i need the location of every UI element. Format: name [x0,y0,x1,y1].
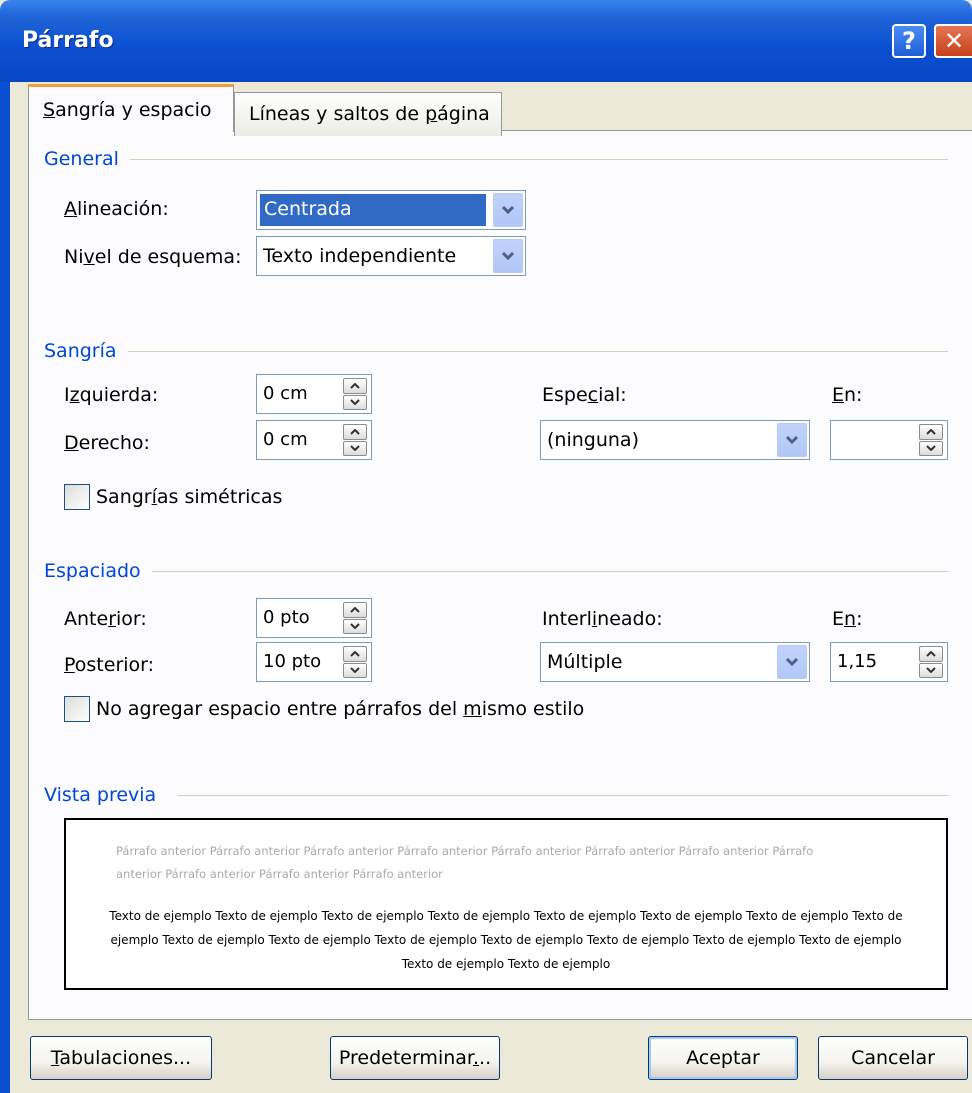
spin-down-icon[interactable] [343,662,367,678]
divider [178,795,948,796]
spacing-after-spinner[interactable]: 10 pto [256,642,372,682]
no-space-same-style-label[interactable]: No agregar espacio entre párrafos del mi… [96,698,584,720]
divider [128,351,948,352]
spin-up-icon[interactable] [343,424,367,440]
spin-up-icon[interactable] [343,378,367,394]
spin-buttons[interactable] [343,602,367,634]
tab-label: Líneas y saltos de página [249,103,490,125]
no-space-same-style-checkbox[interactable] [64,696,90,722]
indent-right-value: 0 cm [263,429,308,450]
spin-buttons[interactable] [343,646,367,678]
spin-down-icon[interactable] [343,394,367,410]
chevron-down-icon [785,657,799,667]
divider [130,159,948,160]
mirror-indents-label[interactable]: Sangrías simétricas [96,486,282,508]
line-spacing-label: Interlineado: [542,608,663,630]
tab-label: Sangría y espacio [43,99,212,121]
tabs-button[interactable]: Tabulaciones... [30,1036,212,1080]
button-label: Tabulaciones... [50,1047,192,1069]
tab-indent-spacing[interactable]: Sangría y espacio [28,84,234,132]
special-dropdown-button[interactable] [777,423,807,457]
spin-buttons[interactable] [343,378,367,410]
alignment-select[interactable]: Centrada [256,190,526,230]
button-label: Cancelar [851,1047,935,1069]
preview-sample-text: Texto de ejemplo Texto de ejemplo Texto … [109,909,903,971]
outline-level-dropdown-button[interactable] [493,239,523,273]
line-spacing-value: Múltiple [547,651,623,673]
indent-right-label: Derecho: [64,432,150,454]
spin-down-icon[interactable] [919,662,943,678]
cancel-button[interactable]: Cancelar [818,1036,968,1080]
chevron-down-icon [785,435,799,445]
indent-left-spinner[interactable]: 0 cm [256,374,372,414]
line-spacing-at-value: 1,15 [837,651,878,672]
spacing-before-value: 0 pto [263,607,310,628]
tab-line-page-breaks[interactable]: Líneas y saltos de página [234,92,502,136]
title-bar[interactable]: Párrafo ? ✕ [0,0,972,82]
indent-right-spinner[interactable]: 0 cm [256,420,372,460]
window-frame [0,82,10,1093]
spacing-after-value: 10 pto [263,651,322,672]
button-label: Aceptar [686,1047,760,1069]
paragraph-preview: Párrafo anterior Párrafo anterior Párraf… [64,818,948,990]
group-title-preview: Vista previa [44,784,157,806]
button-label: Predeterminar... [338,1047,492,1069]
help-icon: ? [902,27,916,55]
group-title-spacing: Espaciado [44,560,141,582]
chevron-down-icon [501,205,515,215]
close-icon: ✕ [943,27,965,55]
group-title-indent: Sangría [44,340,117,362]
alignment-dropdown-button[interactable] [493,193,523,227]
indent-by-label: En: [832,384,863,406]
help-button[interactable]: ? [892,24,926,58]
chevron-down-icon [501,251,515,261]
group-title-general: General [44,148,119,170]
spin-buttons[interactable] [919,424,943,456]
spacing-before-spinner[interactable]: 0 pto [256,598,372,638]
spin-buttons[interactable] [343,424,367,456]
special-label: Especial: [542,384,627,406]
spin-down-icon[interactable] [343,440,367,456]
spin-up-icon[interactable] [343,602,367,618]
special-value: (ninguna) [547,429,639,451]
indent-left-value: 0 cm [263,383,308,404]
window-title: Párrafo [22,28,114,53]
ok-button[interactable]: Aceptar [648,1036,798,1080]
alignment-label: Alineación: [64,198,169,220]
close-button[interactable]: ✕ [934,24,972,58]
spin-down-icon[interactable] [919,440,943,456]
outline-level-value: Texto independiente [263,245,457,267]
spin-up-icon[interactable] [919,424,943,440]
indent-by-spinner[interactable] [830,420,948,460]
divider [152,571,948,572]
spacing-after-label: Posterior: [64,654,155,676]
preview-previous-paragraph: Párrafo anterior Párrafo anterior Párraf… [116,844,814,881]
line-spacing-select[interactable]: Múltiple [540,642,810,682]
spin-up-icon[interactable] [919,646,943,662]
special-select[interactable]: (ninguna) [540,420,810,460]
line-spacing-at-label: En: [832,608,863,630]
alignment-value: Centrada [260,194,486,226]
spin-up-icon[interactable] [343,646,367,662]
spacing-before-label: Anterior: [64,608,147,630]
spin-down-icon[interactable] [343,618,367,634]
spin-buttons[interactable] [919,646,943,678]
line-spacing-dropdown-button[interactable] [777,645,807,679]
outline-level-select[interactable]: Texto independiente [256,236,526,276]
set-default-button[interactable]: Predeterminar... [330,1036,500,1080]
outline-level-label: Nivel de esquema: [64,246,242,268]
indent-left-label: Izquierda: [64,384,159,406]
mirror-indents-checkbox[interactable] [64,484,90,510]
line-spacing-at-spinner[interactable]: 1,15 [830,642,948,682]
